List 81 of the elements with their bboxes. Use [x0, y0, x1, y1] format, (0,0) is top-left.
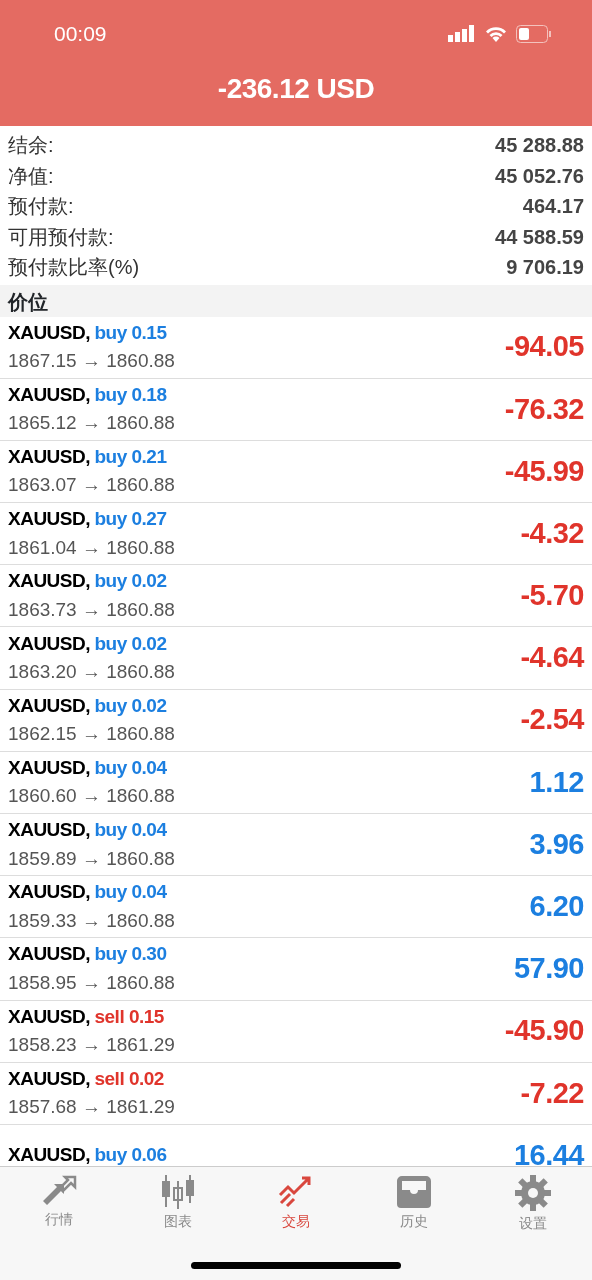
- arrows-icon: [41, 1175, 78, 1207]
- wifi-icon: [484, 25, 508, 43]
- tab-button[interactable]: 行情: [0, 1175, 119, 1235]
- summary-label: 净值:: [8, 163, 54, 189]
- tab-button[interactable]: 交易: [236, 1175, 356, 1235]
- price-change: 1867.15 → 1860.88: [8, 349, 175, 374]
- summary-label: 可用预付款:: [8, 224, 114, 250]
- price-change: 1865.12 → 1860.88: [8, 411, 175, 436]
- symbol-label: XAUUSD,: [8, 570, 90, 592]
- profit-value: -76.32: [504, 391, 584, 427]
- symbol-label: XAUUSD,: [8, 1067, 90, 1089]
- summary-value: 9 706.19: [506, 255, 584, 281]
- symbol-label: XAUUSD,: [8, 445, 90, 467]
- price-change: 1862.15 → 1860.88: [8, 722, 175, 747]
- summary-value: 45 052.76: [495, 163, 584, 189]
- position-volume: buy 0.30: [94, 943, 167, 965]
- tab-button[interactable]: 历史: [355, 1175, 474, 1235]
- price-change: 1858.23 → 1861.29: [8, 1033, 175, 1058]
- position-volume: buy 0.27: [94, 508, 167, 530]
- price-change: 1863.07 → 1860.88: [8, 473, 175, 498]
- price-change: 1860.60 → 1860.88: [8, 784, 175, 809]
- settings-icon: [514, 1175, 551, 1211]
- price-change: 1859.33 → 1860.88: [8, 908, 175, 933]
- candlestick-icon: [159, 1175, 196, 1209]
- price-change: 1858.95 → 1860.88: [8, 970, 175, 995]
- price-change: 1857.68 → 1861.29: [8, 1095, 175, 1120]
- summary-label: 预付款:: [8, 194, 74, 220]
- price-change: 1859.89 → 1860.88: [8, 846, 175, 871]
- symbol-label: XAUUSD,: [8, 694, 90, 716]
- symbol-label: XAUUSD,: [8, 632, 90, 654]
- account-profit: -236.12 USD: [216, 72, 376, 106]
- position-volume: buy 0.02: [94, 570, 167, 592]
- status-time: 00:09: [54, 21, 107, 48]
- position-volume: buy 0.02: [94, 694, 167, 716]
- profit-value: -94.05: [504, 329, 584, 365]
- position-volume: sell 0.15: [94, 1005, 164, 1027]
- summary-value: 464.17: [522, 194, 584, 220]
- summary-label: 结余:: [8, 133, 54, 159]
- trend-icon: [278, 1175, 314, 1209]
- position-volume: buy 0.21: [94, 445, 167, 467]
- profit-value: 1.12: [529, 764, 584, 800]
- position-volume: buy 0.15: [94, 321, 167, 343]
- profit-value: -5.70: [520, 578, 584, 614]
- summary-label: 预付款比率(%): [8, 255, 140, 281]
- position-volume: buy 0.04: [94, 881, 167, 903]
- symbol-label: XAUUSD,: [8, 1005, 90, 1027]
- profit-value: 3.96: [529, 826, 584, 862]
- profit-value: -4.32: [520, 515, 584, 551]
- profit-value: 16.44: [513, 1137, 584, 1166]
- profit-value: 57.90: [513, 951, 584, 987]
- price-change: 1861.04 → 1860.88: [8, 535, 175, 560]
- position-volume: buy 0.06: [94, 1144, 167, 1166]
- symbol-label: XAUUSD,: [8, 1144, 90, 1166]
- symbol-label: XAUUSD,: [8, 943, 90, 965]
- tab-button[interactable]: 图表: [118, 1175, 237, 1235]
- profit-value: -4.64: [520, 640, 584, 676]
- tab-button[interactable]: 设置: [473, 1175, 592, 1235]
- position-volume: buy 0.18: [94, 383, 167, 405]
- price-change: 1863.73 → 1860.88: [8, 597, 175, 622]
- price-change: 1863.20 → 1860.88: [8, 660, 175, 685]
- symbol-label: XAUUSD,: [8, 756, 90, 778]
- position-volume: buy 0.04: [94, 756, 167, 778]
- position-volume: sell 0.02: [94, 1067, 164, 1089]
- summary-value: 44 588.59: [495, 224, 584, 250]
- position-volume: buy 0.04: [94, 819, 167, 841]
- profit-value: -7.22: [520, 1075, 584, 1111]
- summary-value: 45 288.88: [495, 133, 584, 159]
- symbol-label: XAUUSD,: [8, 819, 90, 841]
- position-volume: buy 0.02: [94, 632, 167, 654]
- section-header: 价位: [0, 284, 592, 317]
- profit-value: -45.90: [504, 1013, 584, 1049]
- profit-value: 6.20: [529, 889, 584, 925]
- profit-value: -45.99: [504, 453, 584, 489]
- inbox-icon: [396, 1175, 433, 1209]
- symbol-label: XAUUSD,: [8, 508, 90, 530]
- signal-icon: [448, 25, 476, 43]
- symbol-label: XAUUSD,: [8, 383, 90, 405]
- symbol-label: XAUUSD,: [8, 321, 90, 343]
- symbol-label: XAUUSD,: [8, 881, 90, 903]
- profit-value: -2.54: [520, 702, 584, 738]
- battery-icon: [516, 25, 552, 43]
